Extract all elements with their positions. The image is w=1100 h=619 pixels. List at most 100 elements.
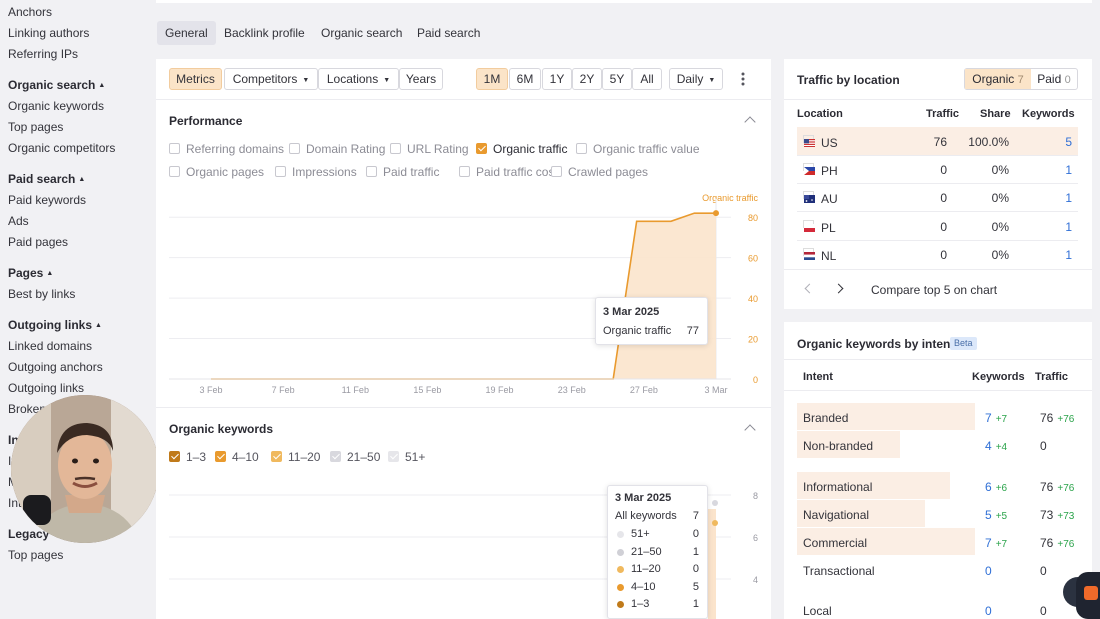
intent-keywords[interactable]: 7 +7	[985, 536, 1007, 550]
metrics-button[interactable]: Metrics	[169, 68, 222, 90]
keywords-value[interactable]: 0	[985, 564, 992, 578]
tab-backlink-profile[interactable]: Backlink profile	[216, 21, 313, 45]
table-row[interactable]: Local 0 0	[784, 596, 1092, 619]
table-row[interactable]: Commercial 7 +7 76 +76	[784, 528, 1092, 555]
sidebar-item-legacy-top-pages[interactable]: Top pages	[8, 548, 63, 562]
divider	[784, 269, 1092, 270]
organic-toggle-button[interactable]: Organic 7	[965, 69, 1031, 89]
keyword-legend-4-10[interactable]: 4–10	[215, 450, 259, 464]
metric-checkbox-domain-rating[interactable]: Domain Rating	[289, 142, 385, 156]
range-6m-button[interactable]: 6M	[509, 68, 541, 90]
next-page-icon[interactable]	[833, 283, 844, 294]
tab-paid-search[interactable]: Paid search	[409, 21, 488, 45]
competitors-dropdown[interactable]: Competitors ▼	[224, 68, 318, 90]
share-cell: 0%	[991, 219, 1009, 234]
collapse-chevron-icon[interactable]	[744, 116, 756, 128]
sidebar-item-top-pages[interactable]: Top pages	[8, 120, 63, 134]
legend-dot-icon	[617, 583, 624, 591]
sidebar-heading-outgoing-links[interactable]: Outgoing links ▲	[8, 318, 102, 332]
intent-keywords[interactable]: 7 +7	[985, 411, 1007, 425]
table-row[interactable]: Non-branded 4 +4 0	[784, 431, 1092, 458]
table-row[interactable]: Branded 7 +7 76 +76	[784, 403, 1092, 430]
metric-checkbox-organic-traffic-value[interactable]: Organic traffic value	[576, 142, 700, 156]
collapse-chevron-icon[interactable]	[744, 424, 756, 436]
table-row[interactable]: PL 0 0% 1	[784, 212, 1092, 240]
metric-checkbox-paid-traffic[interactable]: Paid traffic	[366, 165, 439, 179]
sidebar-item-outgoing-links[interactable]: Outgoing links	[8, 381, 84, 395]
range-all-button[interactable]: All	[632, 68, 662, 90]
metric-checkbox-impressions[interactable]: Impressions	[275, 165, 357, 179]
intent-keywords[interactable]: 5 +5	[985, 508, 1007, 522]
country-code: PL	[821, 220, 836, 235]
range-2y-button[interactable]: 2Y	[572, 68, 602, 90]
metric-checkbox-organic-pages[interactable]: Organic pages	[169, 165, 264, 179]
sidebar-item-anchors[interactable]: Anchors	[8, 5, 52, 19]
sidebar-heading-paid-search[interactable]: Paid search ▲	[8, 172, 85, 186]
range-5y-button[interactable]: 5Y	[602, 68, 632, 90]
share-cell: 0%	[991, 163, 1009, 178]
legend-label: 21–50	[347, 450, 381, 464]
sidebar-item-linking-authors[interactable]: Linking authors	[8, 26, 89, 40]
keyword-legend-1-3[interactable]: 1–3	[169, 450, 206, 464]
sidebar-item-paid-keywords[interactable]: Paid keywords	[8, 193, 86, 207]
keywords-value[interactable]: 7	[985, 536, 992, 550]
prev-page-icon[interactable]	[804, 283, 815, 294]
keywords-link[interactable]: 1	[1024, 191, 1072, 205]
sidebar-item-outgoing-anchors[interactable]: Outgoing anchors	[8, 360, 103, 374]
sidebar-heading-pages[interactable]: Pages ▲	[8, 266, 53, 280]
table-row[interactable]: Informational 6 +6 76 +76	[784, 472, 1092, 499]
keywords-value[interactable]: 6	[985, 480, 992, 494]
range-1y-button[interactable]: 1Y	[542, 68, 572, 90]
traffic-by-location-panel: Traffic by location Organic 7 Paid 0 Loc…	[784, 59, 1092, 309]
sidebar-item-linked-domains[interactable]: Linked domains	[8, 339, 92, 353]
years-button[interactable]: Years	[399, 68, 443, 90]
keyword-legend-51-[interactable]: 51+	[388, 450, 425, 464]
metric-checkbox-paid-traffic-cost[interactable]: Paid traffic cost	[459, 165, 558, 179]
locations-dropdown[interactable]: Locations ▼	[318, 68, 399, 90]
divider	[156, 407, 771, 408]
keywords-link[interactable]: 5	[1024, 135, 1072, 149]
table-row[interactable]: Navigational 5 +5 73 +73	[784, 500, 1092, 527]
interval-dropdown[interactable]: Daily ▼	[669, 68, 723, 90]
intent-keywords[interactable]: 0	[985, 604, 996, 618]
sidebar-item-paid-pages[interactable]: Paid pages	[8, 235, 68, 249]
flag-pl-icon	[803, 219, 815, 232]
tab-organic-search[interactable]: Organic search	[313, 21, 410, 45]
sidebar-item-organic-keywords[interactable]: Organic keywords	[8, 99, 104, 113]
compare-top5-link[interactable]: Compare top 5 on chart	[871, 283, 997, 297]
intent-keywords[interactable]: 0	[985, 564, 996, 578]
intent-keywords[interactable]: 4 +4	[985, 439, 1007, 453]
keywords-link[interactable]: 1	[1024, 163, 1072, 177]
keywords-value[interactable]: 7	[985, 411, 992, 425]
metric-checkbox-referring-domains[interactable]: Referring domains	[169, 142, 284, 156]
metric-checkbox-organic-traffic[interactable]: Organic traffic	[476, 142, 567, 156]
metric-checkbox-crawled-pages[interactable]: Crawled pages	[551, 165, 648, 179]
table-row[interactable]: AU 0 0% 1	[784, 183, 1092, 211]
paid-toggle-button[interactable]: Paid 0	[1031, 69, 1077, 89]
x-tick-label: 7 Feb	[272, 385, 295, 395]
keywords-value[interactable]: 4	[985, 439, 992, 453]
metric-checkbox-url-rating[interactable]: URL Rating	[390, 142, 469, 156]
chat-widget[interactable]	[1076, 572, 1100, 619]
table-row[interactable]: Transactional 0 0	[784, 556, 1092, 583]
sidebar-item-organic-competitors[interactable]: Organic competitors	[8, 141, 115, 155]
tab-general[interactable]: General	[157, 21, 216, 45]
x-tick-label: 15 Feb	[413, 385, 441, 395]
table-row[interactable]: PH 0 0% 1	[784, 155, 1092, 183]
sidebar-item-ads[interactable]: Ads	[8, 214, 29, 228]
keywords-value[interactable]: 0	[985, 604, 992, 618]
keyword-legend-11-20[interactable]: 11–20	[271, 450, 320, 464]
table-row[interactable]: US 76 100.0% 5	[784, 127, 1092, 155]
keywords-link[interactable]: 1	[1024, 220, 1072, 234]
sidebar-heading-organic-search[interactable]: Organic search ▲	[8, 78, 105, 92]
checkbox-icon	[215, 451, 226, 462]
keyword-legend-21-50[interactable]: 21–50	[330, 450, 380, 464]
keywords-value[interactable]: 5	[985, 508, 992, 522]
range-1m-button[interactable]: 1M	[476, 68, 508, 90]
sidebar-item-best-by-links[interactable]: Best by links	[8, 287, 75, 301]
intent-keywords[interactable]: 6 +6	[985, 480, 1007, 494]
table-row[interactable]: NL 0 0% 1	[784, 240, 1092, 268]
sidebar-item-referring-ips[interactable]: Referring IPs	[8, 47, 78, 61]
keywords-link[interactable]: 1	[1024, 248, 1072, 262]
more-options-icon[interactable]	[739, 70, 747, 88]
